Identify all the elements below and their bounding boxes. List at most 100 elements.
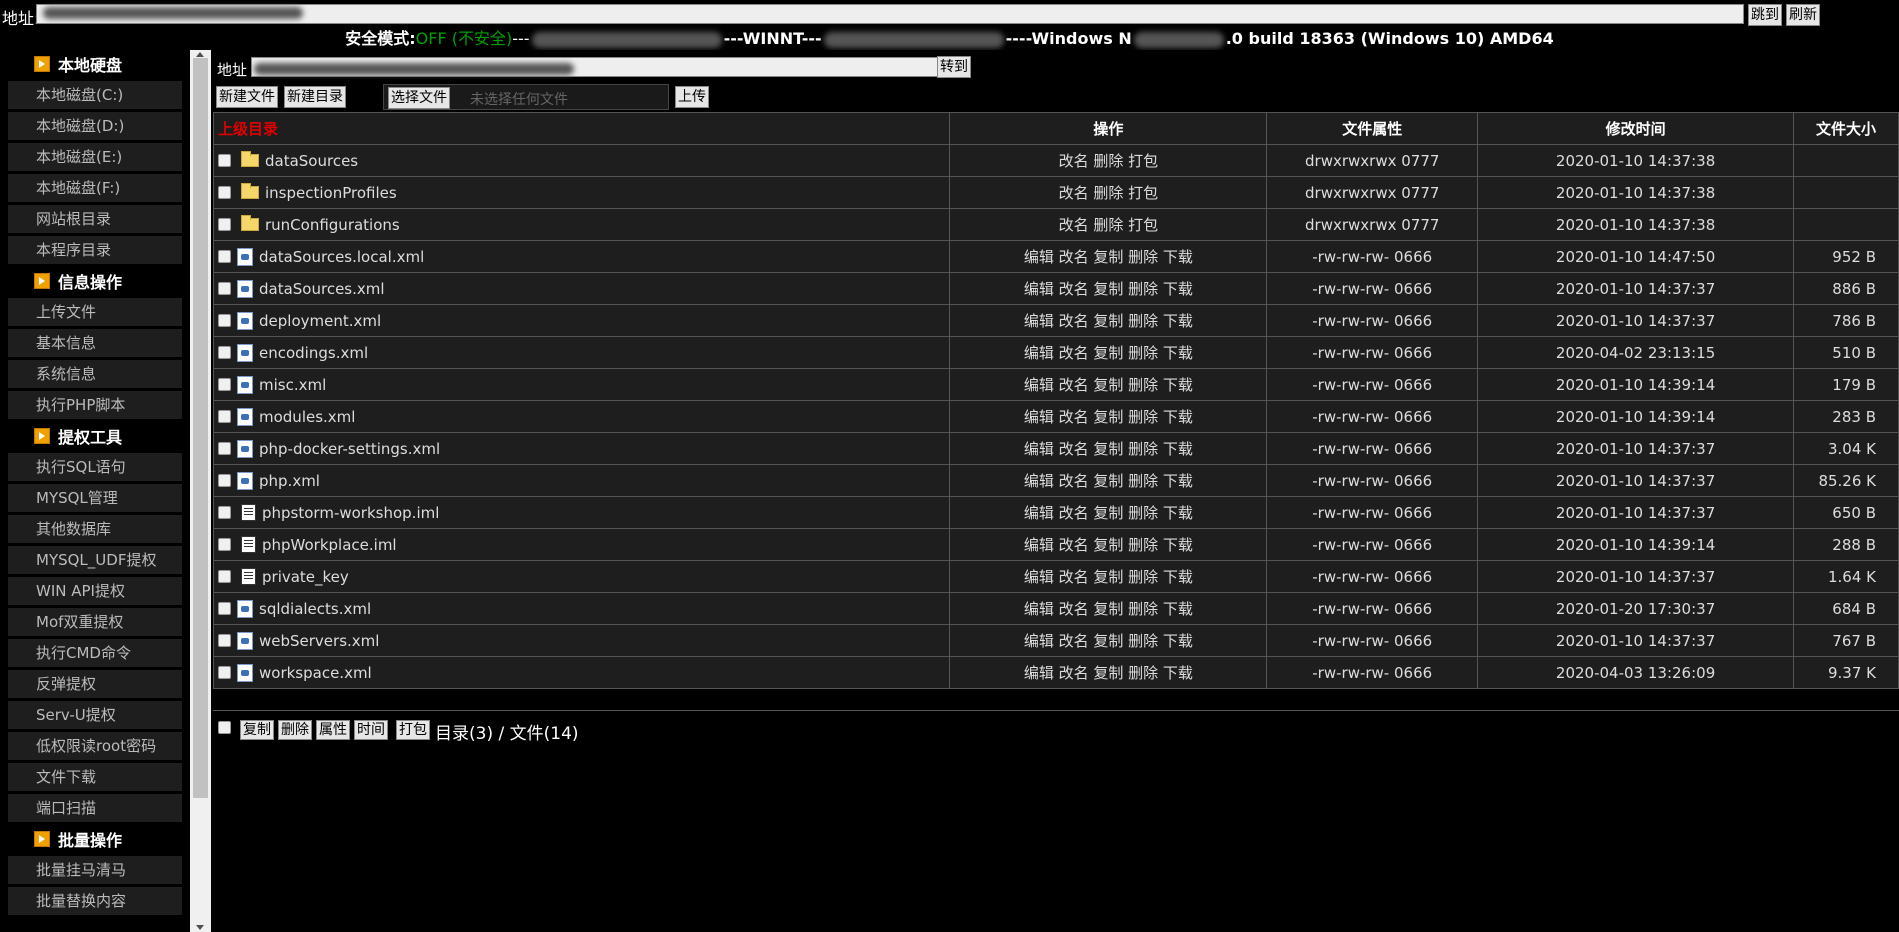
row-checkbox[interactable] <box>218 634 231 648</box>
time-cell[interactable]: 2020-01-10 14:39:14 <box>1477 368 1794 401</box>
sidebar-item[interactable]: 端口扫描 <box>8 794 182 822</box>
ops-cell[interactable]: 编辑 改名 复制 删除 下载 <box>949 560 1268 593</box>
jump-button[interactable]: 跳到 <box>1748 4 1782 26</box>
attr-cell[interactable]: drwxrwxrwx 0777 <box>1266 176 1479 209</box>
file-name-link[interactable]: runConfigurations <box>265 216 400 234</box>
file-name-link[interactable]: dataSources.xml <box>259 280 385 298</box>
attr-cell[interactable]: -rw-rw-rw- 0666 <box>1266 624 1479 657</box>
file-name-link[interactable]: inspectionProfiles <box>265 184 397 202</box>
ops-cell[interactable]: 编辑 改名 复制 删除 下载 <box>949 400 1268 433</box>
attr-cell[interactable]: -rw-rw-rw- 0666 <box>1266 400 1479 433</box>
file-name-link[interactable]: deployment.xml <box>259 312 381 330</box>
file-name-link[interactable]: phpstorm-workshop.iml <box>262 504 439 522</box>
attr-cell[interactable]: -rw-rw-rw- 0666 <box>1266 432 1479 465</box>
ops-cell[interactable]: 编辑 改名 复制 删除 下载 <box>949 272 1268 305</box>
sidebar-item[interactable]: 执行PHP脚本 <box>8 391 182 419</box>
sidebar-item[interactable]: 上传文件 <box>8 298 182 326</box>
time-cell[interactable]: 2020-01-10 14:37:38 <box>1477 208 1794 241</box>
sidebar-item[interactable]: 其他数据库 <box>8 515 182 543</box>
file-name-link[interactable]: modules.xml <box>259 408 355 426</box>
row-checkbox[interactable] <box>218 154 231 168</box>
bulk-time-button[interactable]: 时间 <box>354 720 388 740</box>
goto-button[interactable]: 转到 <box>937 56 971 78</box>
attr-cell[interactable]: -rw-rw-rw- 0666 <box>1266 272 1479 305</box>
time-cell[interactable]: 2020-01-10 14:37:37 <box>1477 432 1794 465</box>
file-name-link[interactable]: webServers.xml <box>259 632 379 650</box>
ops-cell[interactable]: 编辑 改名 复制 删除 下载 <box>949 304 1268 337</box>
ops-cell[interactable]: 编辑 改名 复制 删除 下载 <box>949 496 1268 529</box>
bulk-delete-button[interactable]: 删除 <box>278 720 312 740</box>
sidebar-item[interactable]: MYSQL管理 <box>8 484 182 512</box>
time-cell[interactable]: 2020-01-10 14:37:37 <box>1477 272 1794 305</box>
time-cell[interactable]: 2020-01-10 14:37:37 <box>1477 560 1794 593</box>
ops-cell[interactable]: 编辑 改名 复制 删除 下载 <box>949 240 1268 273</box>
row-checkbox[interactable] <box>218 282 231 296</box>
time-cell[interactable]: 2020-01-10 14:37:37 <box>1477 624 1794 657</box>
time-cell[interactable]: 2020-01-10 14:37:37 <box>1477 464 1794 497</box>
ops-cell[interactable]: 编辑 改名 复制 删除 下载 <box>949 528 1268 561</box>
row-checkbox[interactable] <box>218 250 231 264</box>
sidebar-item[interactable]: MYSQL_UDF提权 <box>8 546 182 574</box>
ops-cell[interactable]: 编辑 改名 复制 删除 下载 <box>949 624 1268 657</box>
sidebar-item[interactable]: 本程序目录 <box>8 236 182 264</box>
sidebar-item[interactable]: 本地磁盘(D:) <box>8 112 182 140</box>
row-checkbox[interactable] <box>218 570 231 584</box>
ops-cell[interactable]: 编辑 改名 复制 删除 下载 <box>949 656 1268 689</box>
attr-cell[interactable]: -rw-rw-rw- 0666 <box>1266 560 1479 593</box>
sidebar-item[interactable]: 文件下载 <box>8 763 182 791</box>
attr-cell[interactable]: drwxrwxrwx 0777 <box>1266 144 1479 177</box>
bulk-attr-button[interactable]: 属性 <box>316 720 350 740</box>
sidebar-item[interactable]: 基本信息 <box>8 329 182 357</box>
sidebar-item[interactable]: 系统信息 <box>8 360 182 388</box>
attr-cell[interactable]: -rw-rw-rw- 0666 <box>1266 496 1479 529</box>
sidebar-item[interactable]: 执行CMD命令 <box>8 639 182 667</box>
ops-cell[interactable]: 编辑 改名 复制 删除 下载 <box>949 432 1268 465</box>
row-checkbox[interactable] <box>218 346 231 360</box>
row-checkbox[interactable] <box>218 474 231 488</box>
row-checkbox[interactable] <box>218 218 231 232</box>
row-checkbox[interactable] <box>218 666 231 680</box>
sidebar-item[interactable]: 本地磁盘(E:) <box>8 143 182 171</box>
ops-cell[interactable]: 编辑 改名 复制 删除 下载 <box>949 368 1268 401</box>
attr-cell[interactable]: -rw-rw-rw- 0666 <box>1266 368 1479 401</box>
upload-button[interactable]: 上传 <box>675 86 709 108</box>
ops-cell[interactable]: 编辑 改名 复制 删除 下载 <box>949 336 1268 369</box>
row-checkbox[interactable] <box>218 538 231 552</box>
file-name-link[interactable]: dataSources <box>265 152 358 170</box>
sidebar-item[interactable]: 本地磁盘(F:) <box>8 174 182 202</box>
attr-cell[interactable]: -rw-rw-rw- 0666 <box>1266 528 1479 561</box>
row-checkbox[interactable] <box>218 442 231 456</box>
time-cell[interactable]: 2020-01-20 17:30:37 <box>1477 592 1794 625</box>
new-file-button[interactable]: 新建文件 <box>216 86 278 108</box>
time-cell[interactable]: 2020-01-10 14:39:14 <box>1477 528 1794 561</box>
attr-cell[interactable]: -rw-rw-rw- 0666 <box>1266 336 1479 369</box>
sidebar-item[interactable]: 本地磁盘(C:) <box>8 81 182 109</box>
sidebar-item[interactable]: 批量替换内容 <box>8 887 182 915</box>
time-cell[interactable]: 2020-01-10 14:37:38 <box>1477 144 1794 177</box>
row-checkbox[interactable] <box>218 506 231 520</box>
attr-cell[interactable]: -rw-rw-rw- 0666 <box>1266 592 1479 625</box>
time-cell[interactable]: 2020-01-10 14:37:38 <box>1477 176 1794 209</box>
sidebar-scrollbar[interactable] <box>190 50 211 932</box>
file-name-link[interactable]: private_key <box>262 568 349 586</box>
file-name-link[interactable]: sqldialects.xml <box>259 600 371 618</box>
address-input[interactable] <box>36 4 1744 24</box>
attr-cell[interactable]: -rw-rw-rw- 0666 <box>1266 304 1479 337</box>
sidebar-item[interactable]: 低权限读root密码 <box>8 732 182 760</box>
attr-cell[interactable]: -rw-rw-rw- 0666 <box>1266 656 1479 689</box>
ops-cell[interactable]: 改名 删除 打包 <box>949 208 1268 241</box>
ops-cell[interactable]: 改名 删除 打包 <box>949 144 1268 177</box>
time-cell[interactable]: 2020-01-10 14:37:37 <box>1477 304 1794 337</box>
sidebar-item[interactable]: Mof双重提权 <box>8 608 182 636</box>
scroll-up-icon[interactable] <box>196 52 204 57</box>
file-name-link[interactable]: phpWorkplace.iml <box>262 536 397 554</box>
ops-cell[interactable]: 改名 删除 打包 <box>949 176 1268 209</box>
sidebar-item[interactable]: 执行SQL语句 <box>8 453 182 481</box>
attr-cell[interactable]: -rw-rw-rw- 0666 <box>1266 464 1479 497</box>
ops-cell[interactable]: 编辑 改名 复制 删除 下载 <box>949 592 1268 625</box>
row-checkbox[interactable] <box>218 602 231 616</box>
time-cell[interactable]: 2020-01-10 14:39:14 <box>1477 400 1794 433</box>
row-checkbox[interactable] <box>218 410 231 424</box>
time-cell[interactable]: 2020-01-10 14:37:37 <box>1477 496 1794 529</box>
row-checkbox[interactable] <box>218 314 231 328</box>
